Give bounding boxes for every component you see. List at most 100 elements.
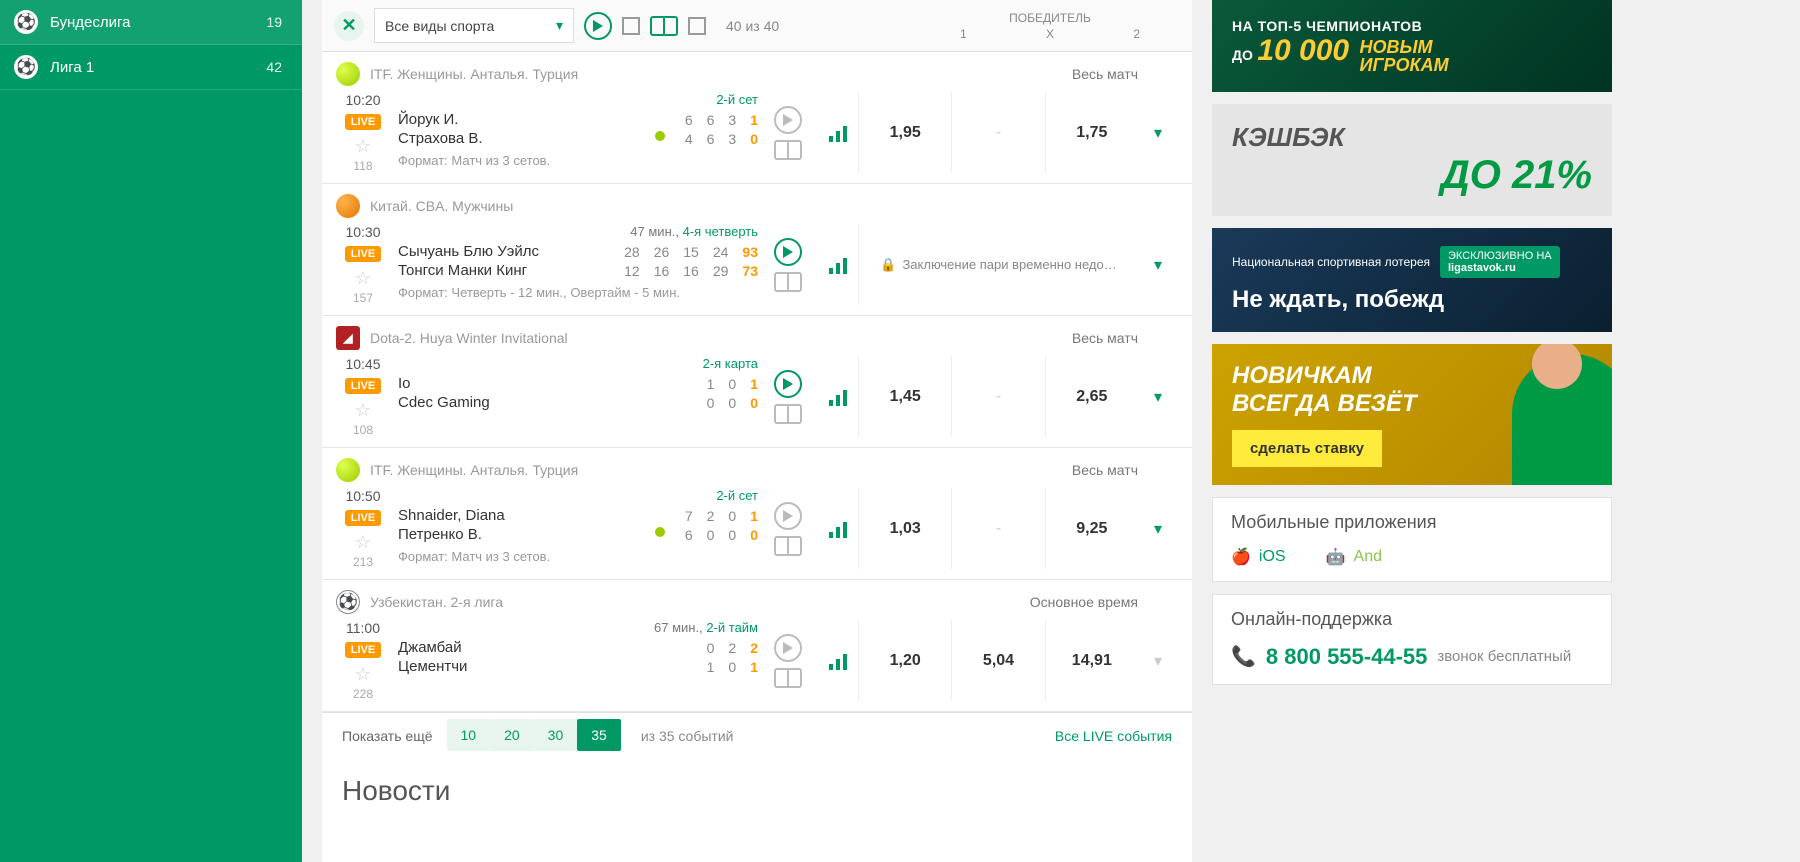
banner-cashback[interactable]: КЭШБЭК ДО 21% xyxy=(1212,104,1612,216)
team-name: Тонгси Манки Кинг xyxy=(398,262,624,279)
stats-icon[interactable] xyxy=(818,92,858,173)
odds-locked: 🔒Заключение пари временно недо… xyxy=(858,224,1138,305)
live-badge: LIVE xyxy=(345,378,381,394)
ios-app-link[interactable]: 🍎 iOS xyxy=(1231,547,1286,567)
event-number: 228 xyxy=(336,687,390,701)
stats-icon[interactable] xyxy=(818,356,858,437)
event-time: 11:00 xyxy=(336,620,390,636)
team-name: Io xyxy=(398,375,707,392)
pager-button[interactable]: 10 xyxy=(447,719,491,751)
all-live-link[interactable]: Все LIVE события xyxy=(1055,728,1172,744)
col-1: 1 xyxy=(920,27,1007,41)
play-filter-checkbox[interactable] xyxy=(622,17,640,35)
support-free-label: звонок бесплатный xyxy=(1437,648,1571,665)
favorite-star[interactable]: ☆ xyxy=(336,136,390,157)
field-icon[interactable] xyxy=(774,536,802,556)
odds-group: 1,03-9,25 xyxy=(858,488,1138,569)
odd-2[interactable]: 14,91 xyxy=(1045,620,1138,701)
sidebar-item-label: Лига 1 xyxy=(50,59,266,76)
play-icon[interactable] xyxy=(774,238,802,266)
league-name: Узбекистан. 2-я лига xyxy=(370,594,503,610)
live-badge: LIVE xyxy=(345,246,381,262)
expand-toggle[interactable]: ▾ xyxy=(1138,356,1178,437)
expand-toggle[interactable]: ▾ xyxy=(1138,92,1178,173)
play-icon[interactable] xyxy=(774,106,802,134)
close-filter-button[interactable]: ✕ xyxy=(334,11,364,41)
play-icon[interactable] xyxy=(774,370,802,398)
odd-1[interactable]: 1,95 xyxy=(858,92,951,173)
odd-x: - xyxy=(951,92,1044,173)
league-name: Китай. CBA. Мужчины xyxy=(370,198,513,214)
winner-header: ПОБЕДИТЕЛЬ 1 X 2 xyxy=(920,11,1180,41)
expand-toggle[interactable]: ▾ xyxy=(1138,488,1178,569)
soccer-icon: ⚽ xyxy=(336,590,360,614)
expand-toggle[interactable]: ▾ xyxy=(1138,224,1178,305)
stats-icon[interactable] xyxy=(818,488,858,569)
banner-newbies[interactable]: НОВИЧКАМ ВСЕГДА ВЕЗЁТ сделать ставку xyxy=(1212,344,1612,485)
favorite-star[interactable]: ☆ xyxy=(336,664,390,685)
field-icon[interactable] xyxy=(774,668,802,688)
scope-label: Весь матч xyxy=(1072,66,1138,82)
favorite-star[interactable]: ☆ xyxy=(336,532,390,553)
play-icon[interactable] xyxy=(774,502,802,530)
support-title: Онлайн-поддержка xyxy=(1231,609,1593,630)
format-text: Формат: Матч из 3 сетов. xyxy=(398,153,758,168)
field-filter-checkbox[interactable] xyxy=(688,17,706,35)
android-app-link[interactable]: 🤖 And xyxy=(1326,547,1382,567)
live-badge: LIVE xyxy=(345,114,381,130)
main-content: ✕ Все виды спорта ▾ 40 из 40 ПОБЕДИТЕЛЬ … xyxy=(322,0,1192,862)
field-filter-icon[interactable] xyxy=(650,16,678,36)
event-row: ITF. Женщины. Анталья. ТурцияВесь матч10… xyxy=(322,448,1192,580)
event-number: 108 xyxy=(336,423,390,437)
favorite-star[interactable]: ☆ xyxy=(336,400,390,421)
event-row: ⚽ Узбекистан. 2-я лига Основное время 11:00… xyxy=(322,580,1192,712)
serving-indicator xyxy=(655,131,665,141)
expand-toggle[interactable]: ▾ xyxy=(1138,620,1178,701)
odd-1[interactable]: 1,03 xyxy=(858,488,951,569)
odd-x[interactable]: 5,04 xyxy=(951,620,1044,701)
stats-icon[interactable] xyxy=(818,224,858,305)
pager-button[interactable]: 20 xyxy=(490,719,534,751)
play-filter-icon[interactable] xyxy=(584,12,612,40)
stats-icon[interactable] xyxy=(818,620,858,701)
odd-2[interactable]: 2,65 xyxy=(1045,356,1138,437)
team-name: Петренко В. xyxy=(398,526,655,543)
field-icon[interactable] xyxy=(774,272,802,292)
odd-2[interactable]: 9,25 xyxy=(1045,488,1138,569)
pager-button[interactable]: 30 xyxy=(534,719,578,751)
odds-group: 1,205,0414,91 xyxy=(858,620,1138,701)
phone-icon: 📞 xyxy=(1231,644,1256,669)
team-name: Cdec Gaming xyxy=(398,394,707,411)
event-number: 118 xyxy=(336,159,390,173)
sport-select-label: Все виды спорта xyxy=(385,18,494,34)
scope-label: Весь матч xyxy=(1072,330,1138,346)
field-icon[interactable] xyxy=(774,404,802,424)
sport-select-dropdown[interactable]: Все виды спорта ▾ xyxy=(374,8,574,43)
team-name: Йорук И. xyxy=(398,111,685,128)
league-name: ITF. Женщины. Анталья. Турция xyxy=(370,462,578,478)
sidebar-item[interactable]: ⚽Бундеслига19 xyxy=(0,0,302,45)
sidebar-item[interactable]: ⚽Лига 142 xyxy=(0,45,302,90)
odd-x: - xyxy=(951,488,1044,569)
dota-icon: ◢ xyxy=(336,326,360,350)
event-time: 10:20 xyxy=(336,92,390,108)
sidebar-item-label: Бундеслига xyxy=(50,14,266,31)
support-phone[interactable]: 8 800 555-44-55 xyxy=(1266,644,1427,670)
banner-top5[interactable]: НА ТОП-5 ЧЕМПИОНАТОВ ДО 10 000 НОВЫМ ИГР… xyxy=(1212,0,1612,92)
banner-lottery[interactable]: Национальная спортивная лотерея ЭКСКЛЮЗИ… xyxy=(1212,228,1612,332)
odds-group: 🔒Заключение пари временно недо… xyxy=(858,224,1138,305)
field-icon[interactable] xyxy=(774,140,802,160)
col-2: 2 xyxy=(1093,27,1180,41)
odd-1[interactable]: 1,20 xyxy=(858,620,951,701)
odd-2[interactable]: 1,75 xyxy=(1045,92,1138,173)
pager-button[interactable]: 35 xyxy=(577,719,621,751)
tennis-icon xyxy=(336,62,360,86)
scope-label: Основное время xyxy=(1030,594,1138,610)
make-bet-button[interactable]: сделать ставку xyxy=(1232,430,1382,467)
basketball-icon xyxy=(336,194,360,218)
play-icon[interactable] xyxy=(774,634,802,662)
favorite-star[interactable]: ☆ xyxy=(336,268,390,289)
player-graphic xyxy=(1502,344,1612,485)
odd-1[interactable]: 1,45 xyxy=(858,356,951,437)
events-list: ITF. Женщины. Анталья. Турция Весь матч 10… xyxy=(322,52,1192,712)
